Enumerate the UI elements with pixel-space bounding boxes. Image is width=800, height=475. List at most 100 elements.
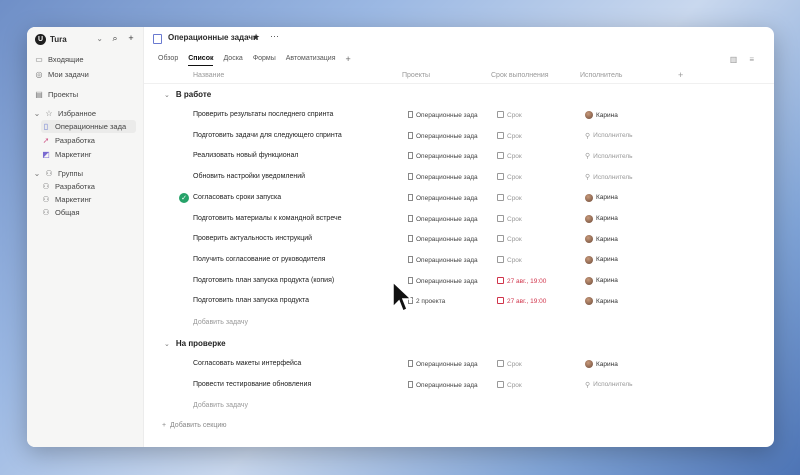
add-section-button[interactable]: + Добавить секцию — [162, 422, 227, 429]
task-name[interactable]: Подготовить задачи для следующего спринт… — [193, 132, 342, 139]
tab-forms[interactable]: Формы — [253, 55, 276, 66]
star-filled-icon[interactable]: ★ — [252, 32, 260, 43]
task-assignee[interactable]: Карина — [585, 255, 618, 264]
search-icon[interactable]: ⌕ — [109, 32, 121, 44]
filter-icon[interactable]: ≡ — [749, 55, 754, 64]
task-row[interactable]: ✓ Согласовать сроки запуска Операционные з… — [144, 189, 774, 209]
section-header[interactable]: ⌄ В работе — [164, 90, 211, 99]
task-name[interactable]: Согласовать макеты интерфейса — [193, 360, 301, 367]
task-assignee[interactable]: Карина — [585, 214, 618, 223]
tab-board[interactable]: Доска — [223, 55, 242, 66]
task-assignee[interactable]: ⚲ Исполнитель — [585, 152, 633, 161]
task-due[interactable]: 27 авг., 19:00 — [497, 276, 546, 285]
task-project[interactable]: Операционные зада — [408, 214, 478, 223]
tab-overview[interactable]: Обзор — [158, 55, 178, 66]
task-row[interactable]: Проверить актуальность инструкций Операци… — [144, 230, 774, 250]
tab-automation[interactable]: Автоматизация — [286, 55, 336, 66]
task-project[interactable]: Операционные зада — [408, 131, 478, 140]
sidebar-item-operational[interactable]: ▯ Операционные зада — [41, 120, 136, 133]
task-assignee[interactable]: ⚲ Исполнитель — [585, 132, 633, 140]
task-project[interactable]: Операционные зада — [408, 173, 478, 181]
task-assignee[interactable]: ⚲ Исполнитель — [585, 173, 633, 182]
task-checkbox[interactable] — [179, 255, 189, 265]
task-assignee[interactable]: Карина — [585, 360, 618, 368]
check-done-icon[interactable]: ✓ — [179, 192, 189, 203]
task-due[interactable]: Срок — [497, 173, 522, 181]
task-due[interactable]: Срок — [497, 360, 522, 368]
sidebar-group-favorites[interactable]: ⌄ ☆ Избранное — [34, 107, 96, 120]
task-due[interactable]: Срок — [497, 380, 522, 389]
task-assignee[interactable]: Карина — [585, 111, 618, 119]
task-name[interactable]: Подготовить материалы к командной встреч… — [193, 215, 342, 222]
task-assignee[interactable]: Карина — [585, 193, 618, 202]
task-checkbox[interactable] — [179, 234, 189, 244]
task-due[interactable]: 27 авг., 19:00 — [497, 297, 546, 305]
task-checkbox[interactable] — [179, 151, 189, 161]
task-row[interactable]: Подготовить материалы к командной встреч… — [144, 210, 774, 230]
task-due[interactable]: Срок — [497, 111, 522, 119]
task-row[interactable]: Реализовать новый функционал Операционные… — [144, 147, 774, 167]
task-checkbox[interactable] — [179, 214, 189, 224]
task-project[interactable]: Операционные зада — [408, 255, 478, 264]
task-name[interactable]: Согласовать сроки запуска — [193, 194, 281, 201]
task-name[interactable]: Проверить актуальность инструкций — [193, 235, 312, 242]
add-tab-icon[interactable]: + — [346, 55, 351, 66]
task-checkbox[interactable] — [179, 110, 189, 120]
task-project[interactable]: Операционные зада — [408, 111, 478, 119]
task-row[interactable]: Провести тестирование обновления Операцио… — [144, 376, 774, 396]
task-checkbox[interactable] — [179, 296, 189, 306]
section-header[interactable]: ⌄ На проверке — [164, 339, 226, 348]
add-column-icon[interactable]: + — [678, 70, 683, 80]
task-row[interactable]: Обновить настройки уведомлений Операционн… — [144, 168, 774, 188]
task-project[interactable]: Операционные зада — [408, 152, 478, 160]
task-row[interactable]: Подготовить план запуска продукта (копия… — [144, 272, 774, 292]
sidebar-item-dev[interactable]: ➚ Разработка — [41, 134, 95, 147]
task-project[interactable]: Операционные зада — [408, 360, 478, 368]
workspace-switcher[interactable]: U Tura ⌄ — [35, 32, 103, 46]
task-checkbox[interactable] — [179, 359, 189, 369]
sidebar-item-inbox[interactable]: ▭ Входящие — [34, 53, 83, 66]
add-task-button[interactable]: Добавить задачу — [193, 402, 248, 409]
task-project[interactable]: Операционные зада — [408, 235, 478, 243]
add-icon[interactable]: + — [125, 32, 137, 44]
task-due[interactable]: Срок — [497, 193, 522, 202]
task-row[interactable]: Проверить результаты последнего спринта О… — [144, 106, 774, 126]
task-due[interactable]: Срок — [497, 255, 522, 264]
task-project[interactable]: Операционные зада — [408, 193, 478, 202]
task-due[interactable]: Срок — [497, 235, 522, 243]
task-row[interactable]: Получить согласование от руководителя Опе… — [144, 251, 774, 271]
sidebar-item-my-tasks[interactable]: ◎ Мои задачи — [34, 68, 89, 81]
task-row[interactable]: Подготовить план запуска продукта 2 проек… — [144, 292, 774, 312]
sidebar-item-team-marketing[interactable]: ⚇ Маркетинг — [41, 193, 91, 206]
sidebar-group-teams[interactable]: ⌄ ⚇ Группы — [34, 167, 83, 180]
task-due[interactable]: Срок — [497, 214, 522, 223]
task-name[interactable]: Реализовать новый функционал — [193, 152, 298, 159]
task-row[interactable]: Подготовить задачи для следующего спринт… — [144, 127, 774, 147]
sidebar-item-team-dev[interactable]: ⚇ Разработка — [41, 180, 95, 193]
task-checkbox[interactable] — [179, 131, 189, 141]
task-name[interactable]: Получить согласование от руководителя — [193, 256, 325, 263]
task-assignee[interactable]: Карина — [585, 276, 618, 285]
task-due[interactable]: Срок — [497, 152, 522, 160]
task-project[interactable]: Операционные зада — [408, 276, 478, 285]
task-name[interactable]: Проверить результаты последнего спринта — [193, 111, 333, 118]
task-assignee[interactable]: ⚲ Исполнитель — [585, 381, 633, 389]
task-checkbox[interactable] — [179, 380, 189, 390]
task-row[interactable]: Согласовать макеты интерфейса Операционны… — [144, 355, 774, 375]
task-name[interactable]: Подготовить план запуска продукта (копия… — [193, 277, 334, 284]
task-name[interactable]: Обновить настройки уведомлений — [193, 173, 305, 180]
task-checkbox[interactable] — [179, 172, 189, 182]
task-checkbox[interactable] — [179, 276, 189, 286]
add-task-button[interactable]: Добавить задачу — [193, 319, 248, 326]
task-name[interactable]: Подготовить план запуска продукта — [193, 297, 309, 304]
more-icon[interactable]: ⋯ — [270, 31, 279, 42]
task-project[interactable]: Операционные зада — [408, 380, 478, 389]
task-due[interactable]: Срок — [497, 131, 522, 140]
task-assignee[interactable]: Карина — [585, 297, 618, 306]
sidebar-item-projects[interactable]: ▤ Проекты — [34, 88, 78, 101]
sidebar-item-marketing[interactable]: ◩ Маркетинг — [41, 148, 91, 161]
sidebar-item-team-general[interactable]: ⚇ Общая — [41, 206, 79, 219]
task-assignee[interactable]: Карина — [585, 235, 618, 244]
columns-icon[interactable]: ▥ — [730, 55, 738, 64]
task-name[interactable]: Провести тестирование обновления — [193, 381, 311, 388]
